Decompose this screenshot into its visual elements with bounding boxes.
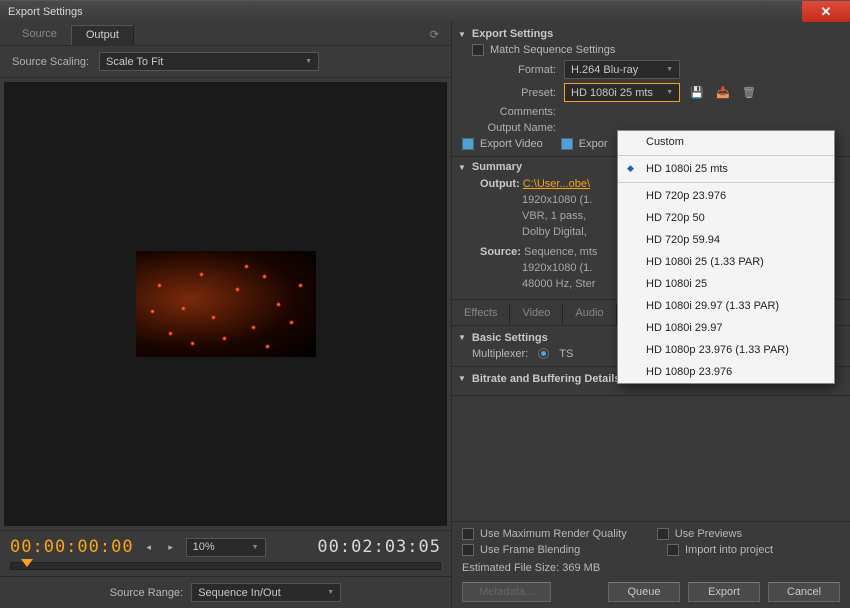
est-size-label: Estimated File Size: <box>462 562 559 574</box>
timecode-out: 00:02:03:05 <box>317 537 441 557</box>
output-path-link[interactable]: C:\User...obe\ <box>523 178 590 190</box>
max-quality-label: Use Maximum Render Quality <box>480 528 627 540</box>
export-video-label: Export Video <box>480 138 543 150</box>
frame-blending-label: Use Frame Blending <box>480 544 580 556</box>
source-scaling-row: Source Scaling: Scale To Fit <box>0 46 451 78</box>
export-video-checkbox[interactable] <box>462 138 474 150</box>
source-range-dropdown[interactable]: Sequence In/Out <box>191 583 341 602</box>
preview-area[interactable] <box>4 82 447 526</box>
export-audio-checkbox[interactable] <box>561 138 573 150</box>
zoom-dropdown[interactable]: 10% <box>186 538 266 557</box>
export-button[interactable]: Export <box>688 582 760 602</box>
delete-preset-icon[interactable]: 🗑 <box>740 85 758 101</box>
tab-audio[interactable]: Audio <box>563 304 616 325</box>
bitrate-title: Bitrate and Buffering Details <box>472 373 621 385</box>
preset-popup: Custom HD 1080i 25 mts HD 720p 23.976 HD… <box>617 130 835 384</box>
tab-effects[interactable]: Effects <box>452 304 510 325</box>
refresh-icon[interactable]: ⟳ <box>422 25 447 45</box>
export-audio-label: Expor <box>579 138 608 150</box>
preset-option[interactable]: HD 720p 50 <box>618 207 834 229</box>
output-line-1: 1920x1080 (1. <box>522 194 592 206</box>
tab-video[interactable]: Video <box>510 304 563 325</box>
source-scaling-value: Scale To Fit <box>106 56 163 68</box>
timecode-in[interactable]: 00:00:00:00 <box>10 537 134 557</box>
preset-option[interactable]: HD 1080i 25 (1.33 PAR) <box>618 251 834 273</box>
source-line-0: Sequence, mts <box>524 246 597 258</box>
chevron-down-icon[interactable]: ▼ <box>458 163 466 172</box>
output-name-label: Output Name: <box>476 122 556 134</box>
preset-value: HD 1080i 25 mts <box>571 87 653 99</box>
format-dropdown[interactable]: H.264 Blu-ray <box>564 60 680 79</box>
max-quality-checkbox[interactable] <box>462 528 474 540</box>
use-previews-checkbox[interactable] <box>657 528 669 540</box>
multiplexer-label: Multiplexer: <box>472 348 528 360</box>
output-line-2: VBR, 1 pass, <box>522 210 586 222</box>
metadata-button[interactable]: Metadata... <box>462 582 551 602</box>
preset-option[interactable]: HD 1080i 25 <box>618 273 834 295</box>
zoom-value: 10% <box>193 541 215 553</box>
tab-source[interactable]: Source <box>8 25 71 45</box>
use-previews-label: Use Previews <box>675 528 742 540</box>
preset-option-custom[interactable]: Custom <box>618 131 834 153</box>
left-panel: Source Output ⟳ Source Scaling: Scale To… <box>0 22 452 608</box>
preset-option[interactable]: HD 720p 23.976 <box>618 185 834 207</box>
titlebar: Export Settings ✕ <box>0 0 850 22</box>
save-preset-icon[interactable]: 💾 <box>688 85 706 101</box>
chevron-down-icon[interactable]: ▼ <box>458 30 466 39</box>
timeline-scrubber[interactable] <box>10 562 441 570</box>
step-fwd-icon[interactable]: ▸ <box>164 540 178 554</box>
output-summary-label: Output: <box>480 178 520 190</box>
window-title: Export Settings <box>8 6 802 18</box>
footer: Use Maximum Render Quality Use Previews … <box>452 521 850 608</box>
close-button[interactable]: ✕ <box>802 1 850 23</box>
chevron-down-icon[interactable]: ▼ <box>458 374 466 383</box>
import-project-label: Import into project <box>685 544 773 556</box>
time-controls: 00:00:00:00 ◂ ▸ 10% 00:02:03:05 <box>0 530 451 576</box>
mux-ts-radio[interactable] <box>538 348 549 359</box>
export-settings-title: Export Settings <box>472 28 553 40</box>
queue-button[interactable]: Queue <box>608 582 680 602</box>
cancel-button[interactable]: Cancel <box>768 582 840 602</box>
format-value: H.264 Blu-ray <box>571 64 638 76</box>
output-line-3: Dolby Digital, <box>522 226 587 238</box>
preview-thumb <box>136 251 316 357</box>
frame-blending-checkbox[interactable] <box>462 544 474 556</box>
source-summary-label: Source: <box>480 246 521 258</box>
step-back-icon[interactable]: ◂ <box>142 540 156 554</box>
preset-option[interactable]: HD 1080i 25 mts <box>618 158 834 180</box>
preset-option[interactable]: HD 1080p 23.976 <box>618 361 834 383</box>
preset-option[interactable]: HD 1080i 29.97 (1.33 PAR) <box>618 295 834 317</box>
source-line-1: 1920x1080 (1. <box>522 262 592 274</box>
source-scaling-label: Source Scaling: <box>12 56 89 68</box>
chevron-down-icon[interactable]: ▼ <box>458 333 466 342</box>
summary-title: Summary <box>472 161 522 173</box>
preset-label: Preset: <box>476 87 556 99</box>
est-size-value: 369 MB <box>562 562 600 574</box>
preset-option[interactable]: HD 720p 59.94 <box>618 229 834 251</box>
match-sequence-label: Match Sequence Settings <box>490 44 615 56</box>
match-sequence-checkbox[interactable] <box>472 44 484 56</box>
playhead-icon[interactable] <box>21 559 33 567</box>
source-range-value: Sequence In/Out <box>198 587 281 599</box>
preset-option[interactable]: HD 1080i 29.97 <box>618 317 834 339</box>
source-line-2: 48000 Hz, Ster <box>522 278 595 290</box>
format-label: Format: <box>476 64 556 76</box>
mux-ts-label: TS <box>559 348 573 360</box>
import-project-checkbox[interactable] <box>667 544 679 556</box>
preview-tabs: Source Output ⟳ <box>0 22 451 46</box>
source-range-row: Source Range: Sequence In/Out <box>0 576 451 608</box>
source-range-label: Source Range: <box>110 587 183 599</box>
source-scaling-dropdown[interactable]: Scale To Fit <box>99 52 319 71</box>
preset-dropdown[interactable]: HD 1080i 25 mts <box>564 83 680 102</box>
preset-option[interactable]: HD 1080p 23.976 (1.33 PAR) <box>618 339 834 361</box>
comments-label: Comments: <box>476 106 556 118</box>
import-preset-icon[interactable]: 📥 <box>714 85 732 101</box>
tab-output[interactable]: Output <box>71 25 134 45</box>
basic-settings-title: Basic Settings <box>472 332 548 344</box>
